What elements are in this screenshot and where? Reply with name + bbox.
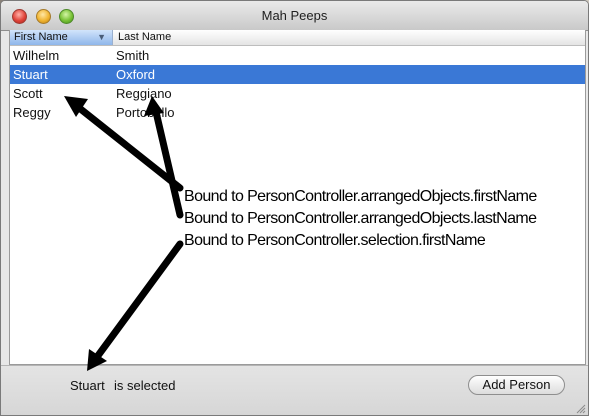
first-name-cell: Wilhelm [13, 48, 60, 63]
first-name-cell: Reggy [13, 105, 51, 120]
window-title: Mah Peeps [261, 8, 328, 23]
selection-status-text: is selected [114, 378, 176, 393]
last-name-cell: Reggiano [116, 86, 172, 101]
table-rows: Wilhelm Smith Stuart Oxford Scott Reggia… [10, 46, 585, 122]
annotation-selection-binding: Bound to PersonController.selection.firs… [184, 232, 486, 249]
title-bar[interactable]: Mah Peeps [1, 1, 588, 31]
bottom-bar: Stuart is selected Add Person [1, 365, 588, 415]
annotation-last-name-binding: Bound to PersonController.arrangedObject… [184, 210, 537, 227]
column-header-last-name[interactable]: Last Name [114, 30, 314, 45]
resize-grip-icon[interactable] [575, 403, 586, 414]
first-name-cell: Stuart [13, 67, 48, 82]
column-label-last-name: Last Name [118, 31, 172, 43]
add-person-button[interactable]: Add Person [468, 375, 565, 395]
column-label-first-name: First Name [14, 31, 68, 43]
table-row[interactable]: Scott Reggiano [10, 84, 585, 103]
sort-descending-icon: ▼ [97, 32, 106, 42]
annotation-first-name-binding: Bound to PersonController.arrangedObject… [184, 188, 537, 205]
first-name-cell: Scott [13, 86, 43, 101]
last-name-cell: Smith [116, 48, 150, 63]
selected-first-name: Stuart [70, 378, 105, 393]
table-row[interactable]: Wilhelm Smith [10, 46, 585, 65]
app-window: Mah Peeps First Name ▼ Last Name Wilhelm… [0, 0, 589, 416]
last-name-cell: Oxford [116, 67, 156, 82]
last-name-cell: Portobello [116, 105, 175, 120]
table-row[interactable]: Reggy Portobello [10, 103, 585, 122]
table-header: First Name ▼ Last Name [10, 30, 585, 46]
table-row-selected[interactable]: Stuart Oxford [10, 65, 585, 84]
column-header-first-name[interactable]: First Name ▼ [10, 30, 113, 45]
